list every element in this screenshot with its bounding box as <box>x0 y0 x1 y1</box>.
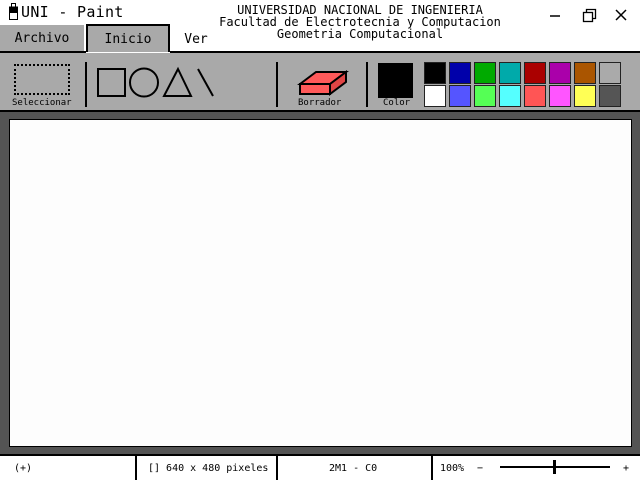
mode-indicator: 2M1 - C0 <box>329 463 378 474</box>
color-swatch[interactable] <box>499 62 521 84</box>
color-swatch[interactable] <box>549 62 571 84</box>
color-swatch[interactable] <box>424 85 446 107</box>
zoom-slider-thumb[interactable] <box>553 460 556 474</box>
tab-ver[interactable]: Ver <box>172 26 220 54</box>
toolbar-separator <box>366 62 368 107</box>
color-swatch[interactable] <box>524 85 546 107</box>
color-swatch[interactable] <box>574 85 596 107</box>
tab-inicio[interactable]: Inicio <box>86 24 170 52</box>
select-tool-label: Seleccionar <box>12 98 72 108</box>
close-icon[interactable] <box>612 6 630 24</box>
cursor-position: (+) <box>14 463 33 474</box>
zoom-out-button[interactable]: − <box>477 458 483 480</box>
minimize-icon[interactable] <box>546 6 564 24</box>
select-tool-button[interactable] <box>14 64 70 95</box>
header-course: Geometria Computacional <box>276 27 444 41</box>
color-swatch[interactable] <box>424 62 446 84</box>
toolbar-separator <box>85 62 87 107</box>
color-label: Color <box>383 98 411 108</box>
eraser-icon[interactable] <box>296 66 350 98</box>
current-color-swatch[interactable] <box>378 63 413 98</box>
status-separator <box>276 456 278 480</box>
color-swatch[interactable] <box>599 62 621 84</box>
zoom-value: 100% <box>440 463 465 474</box>
color-swatch[interactable] <box>499 85 521 107</box>
drawing-canvas[interactable] <box>9 119 632 447</box>
color-swatch[interactable] <box>474 85 496 107</box>
triangle-icon[interactable] <box>162 66 193 97</box>
zoom-in-button[interactable]: + <box>623 458 629 480</box>
rectangle-icon[interactable] <box>97 68 126 97</box>
color-swatch[interactable] <box>599 85 621 107</box>
status-separator <box>431 456 433 480</box>
color-swatch[interactable] <box>474 62 496 84</box>
line-icon[interactable] <box>197 68 214 97</box>
color-swatch[interactable] <box>449 85 471 107</box>
app-icon <box>9 3 18 20</box>
shape-tools <box>97 66 214 98</box>
canvas-size: [] 640 x 480 pixeles <box>148 463 269 474</box>
eraser-label: Borrador <box>298 98 342 108</box>
app-title: UNI - Paint <box>21 3 124 21</box>
color-swatch[interactable] <box>549 85 571 107</box>
toolbar-separator <box>276 62 278 107</box>
color-swatch[interactable] <box>574 62 596 84</box>
color-swatch[interactable] <box>524 62 546 84</box>
circle-icon[interactable] <box>129 67 159 98</box>
restore-icon[interactable] <box>580 6 598 24</box>
tab-archivo[interactable]: Archivo <box>0 25 84 52</box>
status-separator <box>135 456 137 480</box>
color-swatch[interactable] <box>449 62 471 84</box>
